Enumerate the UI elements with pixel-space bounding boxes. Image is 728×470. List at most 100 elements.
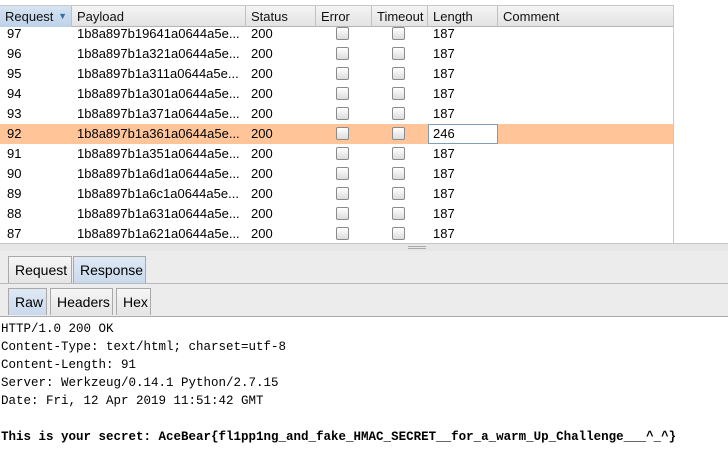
- table-row[interactable]: 93 1b8a897b1a371a0644a5e... 200 187: [0, 104, 674, 124]
- table-row[interactable]: 92 1b8a897b1a361a0644a5e... 200 246: [0, 124, 674, 144]
- split-pane-divider[interactable]: [0, 243, 728, 251]
- cell-timeout: [372, 64, 428, 84]
- response-line: This is your secret: AceBear{fl1pp1ng_an…: [1, 430, 677, 444]
- cell-payload: 1b8a897b1a321a0644a5e...: [77, 46, 240, 61]
- cell-length: 187: [433, 166, 455, 181]
- error-checkbox[interactable]: [336, 227, 349, 240]
- error-checkbox[interactable]: [336, 47, 349, 60]
- table-row[interactable]: 95 1b8a897b1a311a0644a5e... 200 187: [0, 64, 674, 84]
- cell-payload: 1b8a897b1a6d1a0644a5e...: [77, 166, 240, 181]
- cell-request: 97: [7, 27, 22, 41]
- response-line: HTTP/1.0 200 OK: [1, 322, 114, 336]
- cell-payload: 1b8a897b19641a0644a5e...: [77, 27, 240, 41]
- response-line: Content-Length: 91: [1, 358, 137, 372]
- error-checkbox[interactable]: [336, 167, 349, 180]
- cell-payload: 1b8a897b1a631a0644a5e...: [77, 206, 240, 221]
- column-header-status[interactable]: Status: [246, 6, 316, 27]
- cell-status: 200: [251, 126, 273, 141]
- tab-raw[interactable]: Raw: [8, 288, 47, 315]
- cell-payload: 1b8a897b1a361a0644a5e...: [77, 126, 240, 141]
- cell-timeout: [372, 164, 428, 184]
- view-mode-tabbar: Raw Headers Hex: [0, 284, 728, 317]
- cell-error: [316, 64, 372, 84]
- tab-response[interactable]: Response: [73, 256, 146, 283]
- response-raw-text[interactable]: HTTP/1.0 200 OK Content-Type: text/html; …: [0, 318, 728, 470]
- cell-error: [316, 204, 372, 224]
- error-checkbox[interactable]: [336, 27, 349, 40]
- cell-request: 89: [7, 186, 22, 201]
- cell-timeout: [372, 84, 428, 104]
- cell-payload: 1b8a897b1a311a0644a5e...: [77, 66, 239, 81]
- error-checkbox[interactable]: [336, 187, 349, 200]
- error-checkbox[interactable]: [336, 87, 349, 100]
- timeout-checkbox[interactable]: [392, 107, 405, 120]
- table-row[interactable]: 94 1b8a897b1a301a0644a5e... 200 187: [0, 84, 674, 104]
- cell-request: 94: [7, 86, 22, 101]
- column-header-comment[interactable]: Comment: [498, 6, 674, 27]
- table-row[interactable]: 88 1b8a897b1a631a0644a5e... 200 187: [0, 204, 674, 224]
- sort-descending-icon: ▼: [58, 11, 67, 21]
- cell-status: 200: [251, 226, 273, 241]
- cell-request: 90: [7, 166, 22, 181]
- column-header-length[interactable]: Length: [428, 6, 498, 27]
- column-header-request-label: Request: [5, 9, 54, 24]
- error-checkbox[interactable]: [336, 107, 349, 120]
- tab-headers[interactable]: Headers: [50, 288, 113, 315]
- error-checkbox[interactable]: [336, 67, 349, 80]
- error-checkbox[interactable]: [336, 127, 349, 140]
- timeout-checkbox[interactable]: [392, 207, 405, 220]
- cell-request: 93: [7, 106, 22, 121]
- table-row[interactable]: 96 1b8a897b1a321a0644a5e... 200 187: [0, 44, 674, 64]
- cell-payload: 1b8a897b1a351a0644a5e...: [77, 146, 240, 161]
- cell-payload: 1b8a897b1a621a0644a5e...: [77, 226, 240, 241]
- cell-status: 200: [251, 206, 273, 221]
- cell-status: 200: [251, 66, 273, 81]
- cell-request: 92: [7, 126, 22, 141]
- table-row[interactable]: 97 1b8a897b19641a0644a5e... 200 187: [0, 27, 674, 44]
- column-header-timeout[interactable]: Timeout: [372, 6, 428, 27]
- timeout-checkbox[interactable]: [392, 167, 405, 180]
- response-line: [1, 410, 728, 428]
- error-checkbox[interactable]: [336, 147, 349, 160]
- tab-hex[interactable]: Hex: [116, 288, 151, 315]
- cell-timeout: [372, 224, 428, 243]
- column-header-payload[interactable]: Payload: [72, 6, 246, 27]
- cell-request: 91: [7, 146, 22, 161]
- cell-length: 187: [433, 27, 455, 41]
- cell-timeout: [372, 104, 428, 124]
- cell-error: [316, 104, 372, 124]
- timeout-checkbox[interactable]: [392, 87, 405, 100]
- cell-timeout: [372, 184, 428, 204]
- cell-length: 187: [433, 146, 455, 161]
- table-row[interactable]: 91 1b8a897b1a351a0644a5e... 200 187: [0, 144, 674, 164]
- cell-timeout: [372, 27, 428, 44]
- table-row[interactable]: 89 1b8a897b1a6c1a0644a5e... 200 187: [0, 184, 674, 204]
- response-line: Server: Werkzeug/0.14.1 Python/2.7.15: [1, 376, 279, 390]
- cell-error: [316, 27, 372, 44]
- timeout-checkbox[interactable]: [392, 147, 405, 160]
- cell-error: [316, 124, 372, 144]
- cell-length: 187: [433, 206, 455, 221]
- timeout-checkbox[interactable]: [392, 227, 405, 240]
- column-header-error[interactable]: Error: [316, 6, 372, 27]
- timeout-checkbox[interactable]: [392, 47, 405, 60]
- cell-error: [316, 164, 372, 184]
- timeout-checkbox[interactable]: [392, 187, 405, 200]
- timeout-checkbox[interactable]: [392, 67, 405, 80]
- table-header: Request ▼ Payload Status Error Timeout L…: [0, 5, 674, 27]
- timeout-checkbox[interactable]: [392, 127, 405, 140]
- cell-length: 246: [428, 124, 498, 144]
- cell-status: 200: [251, 46, 273, 61]
- cell-length: 187: [433, 106, 455, 121]
- column-header-request[interactable]: Request ▼: [0, 6, 72, 27]
- results-table: Request ▼ Payload Status Error Timeout L…: [0, 0, 728, 243]
- table-row[interactable]: 87 1b8a897b1a621a0644a5e... 200 187: [0, 224, 674, 243]
- cell-request: 87: [7, 226, 22, 241]
- error-checkbox[interactable]: [336, 207, 349, 220]
- table-row[interactable]: 90 1b8a897b1a6d1a0644a5e... 200 187: [0, 164, 674, 184]
- cell-payload: 1b8a897b1a301a0644a5e...: [77, 86, 240, 101]
- timeout-checkbox[interactable]: [392, 27, 405, 40]
- cell-request: 95: [7, 66, 22, 81]
- tab-request[interactable]: Request: [8, 256, 72, 283]
- cell-error: [316, 144, 372, 164]
